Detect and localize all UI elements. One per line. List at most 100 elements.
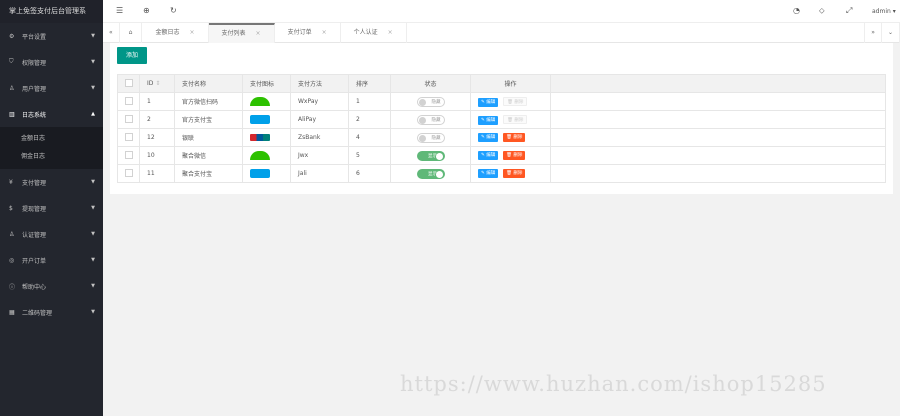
refresh-icon[interactable]: ↻ [170, 6, 177, 15]
sidebar-item[interactable]: ▦ 二维码管理 ▼ [0, 299, 103, 325]
icon-cell [242, 128, 291, 147]
delete-button[interactable]: 🗑 删除 [503, 169, 526, 178]
menu-toggle-icon[interactable]: ☰ [116, 6, 123, 15]
tabs-prev-icon[interactable]: « [103, 23, 120, 43]
caret-down-icon: ▼ [91, 33, 95, 39]
status-toggle[interactable]: 显示 [416, 168, 445, 179]
sidebar: 掌上免签支付后台管理系 ⚙ 平台设置 ▼ ⛉ 权限管理 ▼ ♙ 用户管理 ▼ ▥ 日志系统 ▲ 金额日志… [0, 0, 103, 416]
fullscreen-icon[interactable]: ⤢ [846, 6, 852, 16]
globe-icon[interactable]: ⊕ [143, 6, 150, 15]
id-cell: 2 [139, 110, 175, 129]
icon-cell [242, 146, 291, 165]
caret-down-icon: ▼ [91, 205, 95, 211]
actions-cell: ✎ 编辑 🗑 删除 [470, 164, 551, 183]
status-cell: 隐藏 [390, 110, 471, 129]
table-row: 10 聚合微信 Jwx 5 显示 ✎ 编辑 🗑 删除 [117, 146, 886, 165]
sidebar-item-label: 用户管理 [22, 85, 47, 93]
column-header-empty [550, 74, 886, 93]
icon-cell [242, 164, 291, 183]
tabs-next-icon[interactable]: » [864, 23, 882, 43]
select-all-checkbox[interactable] [117, 74, 140, 93]
status-cell: 显示 [390, 164, 471, 183]
tag-icon[interactable]: ⬦ [819, 6, 825, 16]
row-checkbox[interactable] [117, 110, 140, 129]
edit-button[interactable]: ✎ 编辑 [478, 151, 499, 160]
tab[interactable]: 支付订单 × [275, 23, 341, 43]
delete-button: 🗑 删除 [503, 114, 528, 124]
delete-button[interactable]: 🗑 删除 [503, 151, 526, 160]
actions-cell: ✎ 编辑 🗑 删除 [470, 146, 551, 165]
wechat-logo-icon [250, 97, 270, 106]
status-toggle[interactable]: 隐藏 [416, 96, 445, 107]
row-checkbox[interactable] [117, 164, 140, 183]
submenu-item[interactable]: 佣金日志 [0, 148, 103, 166]
close-icon[interactable]: × [190, 29, 195, 36]
edit-button[interactable]: ✎ 编辑 [478, 169, 499, 178]
tabs-dropdown-icon[interactable]: ⌄ [882, 23, 900, 43]
status-cell: 隐藏 [390, 92, 471, 111]
caret-down-icon: ▼ [91, 59, 95, 65]
id-cell: 11 [139, 164, 175, 183]
payment-table: ID ⇕ 支付名称 支付图标 支付方法 排序 状态 操作 1 官方微信扫码 WxPay 1 … [117, 74, 886, 183]
icon-cell [242, 110, 291, 129]
submenu-item[interactable]: 金额日志 [0, 130, 103, 148]
sidebar-item[interactable]: ♙ 用户管理 ▼ [0, 75, 103, 101]
caret-down-icon: ▼ [91, 85, 95, 91]
delete-button: 🗑 删除 [503, 96, 528, 106]
home-icon[interactable]: ⌂ [120, 23, 143, 43]
name-cell: 聚合微信 [174, 146, 243, 165]
status-toggle[interactable]: 隐藏 [416, 132, 445, 143]
sidebar-item[interactable]: ⓘ 帮助中心 ▼ [0, 273, 103, 299]
edit-button[interactable]: ✎ 编辑 [478, 115, 499, 125]
add-button[interactable]: 添加 [117, 47, 147, 64]
row-checkbox[interactable] [117, 128, 140, 147]
close-icon[interactable]: × [256, 30, 261, 37]
delete-button[interactable]: 🗑 删除 [503, 133, 526, 142]
sort-cell: 1 [348, 92, 391, 111]
table-row: 2 官方支付宝 AliPay 2 隐藏 ✎ 编辑 🗑 删除 [117, 110, 886, 129]
row-checkbox[interactable] [117, 92, 140, 111]
column-header: 支付名称 [174, 74, 243, 93]
tab[interactable]: 个人认证 × [341, 23, 407, 43]
method-cell: Jwx [290, 146, 349, 165]
status-toggle[interactable]: 显示 [416, 150, 445, 161]
column-header: 排序 [348, 74, 391, 93]
content-card: 添加 ID ⇕ 支付名称 支付图标 支付方法 排序 状态 操作 1 官方微信扫码 WxPay… [110, 43, 893, 194]
sidebar-item[interactable]: ⚙ 平台设置 ▼ [0, 23, 103, 49]
table-row: 11 聚合支付宝 Jali 6 显示 ✎ 编辑 🗑 删除 [117, 164, 886, 183]
status-toggle[interactable]: 隐藏 [416, 114, 445, 125]
qrcode-icon: ▦ [9, 308, 15, 316]
sidebar-item[interactable]: ▥ 日志系统 ▲ [0, 101, 103, 127]
tab[interactable]: 金额日志 × [142, 23, 209, 43]
edit-button[interactable]: ✎ 编辑 [478, 97, 499, 107]
theme-icon[interactable]: ◔ [793, 6, 800, 15]
sidebar-item[interactable]: $ 提现管理 ▼ [0, 195, 103, 221]
user-menu[interactable]: admin ▾ [872, 8, 896, 15]
tab[interactable]: 支付列表 × [208, 23, 275, 43]
sort-icon[interactable]: ⇕ [155, 80, 160, 87]
sidebar-item[interactable]: ⛉ 权限管理 ▼ [0, 49, 103, 75]
caret-down-icon: ▼ [91, 257, 95, 263]
top-bar: ☰ ⊕ ↻ ◔ ⬦ ⤢ admin ▾ [103, 0, 900, 23]
sidebar-item[interactable]: ◎ 开户订单 ▼ [0, 247, 103, 273]
actions-cell: ✎ 编辑 🗑 删除 [470, 110, 551, 129]
edit-button[interactable]: ✎ 编辑 [478, 133, 499, 142]
row-checkbox[interactable] [117, 146, 140, 165]
empty-cell [550, 92, 886, 111]
sidebar-item[interactable]: ¥ 支付管理 ▼ [0, 169, 103, 195]
close-icon[interactable]: × [322, 29, 327, 36]
name-cell: 聚合支付宝 [174, 164, 243, 183]
column-header[interactable]: ID ⇕ [139, 74, 175, 93]
sidebar-item[interactable]: ♙ 认证管理 ▼ [0, 221, 103, 247]
table-row: 12 银联 ZsBank 4 隐藏 ✎ 编辑 🗑 删除 [117, 128, 886, 147]
status-cell: 隐藏 [390, 128, 471, 147]
close-icon[interactable]: × [388, 29, 393, 36]
user-icon: ♙ [9, 230, 15, 238]
status-cell: 显示 [390, 146, 471, 165]
empty-cell [550, 146, 886, 165]
sidebar-item-label: 日志系统 [22, 111, 47, 119]
id-cell: 12 [139, 128, 175, 147]
sort-cell: 4 [348, 128, 391, 147]
shield-icon: ⛉ [9, 58, 14, 65]
submenu: 金额日志 佣金日志 [0, 127, 103, 169]
